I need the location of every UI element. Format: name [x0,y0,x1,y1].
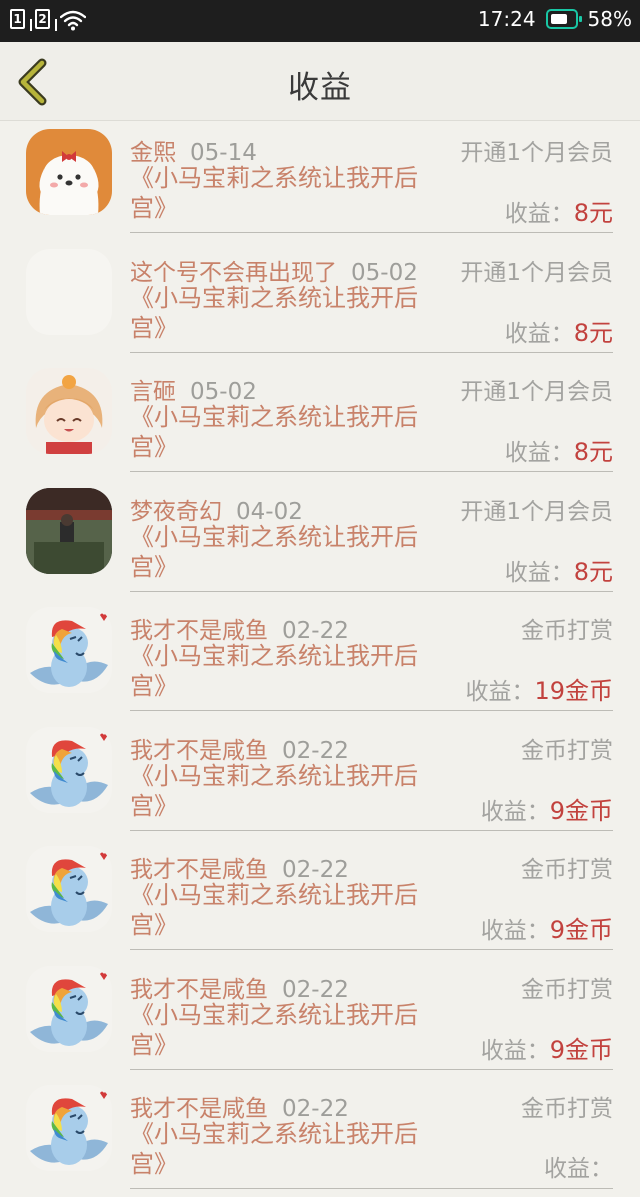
avatar-cartoon-dog [26,129,112,215]
item-header: 我才不是咸鱼 02-22 [130,731,349,765]
list-item[interactable]: 我才不是咸鱼 02-22 金币打赏 《小马宝莉之系统让我开后宫》 收益：9金币 [0,719,640,839]
list-item[interactable]: 梦夜奇幻 04-02 开通1个月会员 《小马宝莉之系统让我开后宫》 收益：8元 [0,480,640,600]
avatar-photo [26,487,112,574]
item-content: 我才不是咸鱼 02-22 金币打赏 《小马宝莉之系统让我开后宫》 收益：19金币 [130,599,613,711]
earning-type: 金币打赏 [521,1096,613,1122]
avatar-pony [26,846,112,932]
earning-label: 收益： [504,201,574,227]
list-item[interactable]: 我才不是咸鱼 02-22 金币打赏 《小马宝莉之系统让我开后宫》 收益：9金币 [0,838,640,958]
earnings-list: 金熙 05-14 开通1个月会员 《小马宝莉之系统让我开后宫》 收益：8元 这个号… [0,121,640,1197]
earning-amount: 8元 [573,199,613,227]
item-header: 言砸 05-02 [130,372,257,406]
earning-type: 开通1个月会员 [460,140,613,166]
avatar-pony [26,1085,112,1171]
earning-amount: 9金币 [549,796,613,825]
clock: 17:24 [477,7,536,31]
avatar-anime-girl [26,368,112,454]
list-item[interactable]: 我才不是咸鱼 02-22 金币打赏 《小马宝莉之系统让我开后宫》 收益： [0,1077,640,1197]
sim2-label: 2 [35,9,50,29]
earning-amount: 19金币 [534,677,613,705]
earning-type: 开通1个月会员 [460,498,613,525]
earning-type: 金币打赏 [521,737,613,764]
item-content: 我才不是咸鱼 02-22 金币打赏 《小马宝莉之系统让我开后宫》 收益：9金币 [130,719,613,831]
earning-label: 收益： [504,440,574,466]
list-item[interactable]: 我才不是咸鱼 02-22 金币打赏 《小马宝莉之系统让我开后宫》 收益：9金币 [0,958,640,1078]
wifi-icon [60,10,86,31]
list-item[interactable]: 金熙 05-14 开通1个月会员 《小马宝莉之系统让我开后宫》 收益：8元 [0,121,640,241]
sim1-label: 1 [10,9,25,29]
item-header: 我才不是咸鱼 02-22 [130,611,349,645]
sim1-icon: 1 [10,9,32,31]
earning-row: 收益：8元 [505,432,613,467]
earning-label: 收益： [480,918,550,944]
book-title: 《小马宝莉之系统让我开后宫》 [130,283,418,342]
item-header: 我才不是咸鱼 02-22 [130,1089,349,1123]
book-title: 《小马宝莉之系统让我开后宫》 [130,881,418,939]
earning-amount: 8元 [573,318,613,347]
item-content: 我才不是咸鱼 02-22 金币打赏 《小马宝莉之系统让我开后宫》 收益： [130,1077,613,1189]
earning-label: 收益： [480,1037,550,1064]
book-title: 《小马宝莉之系统让我开后宫》 [130,1000,418,1059]
earning-row: 收益：9金币 [481,910,613,945]
earning-type: 金币打赏 [521,857,613,883]
item-header: 我才不是咸鱼 02-22 [130,970,349,1004]
earning-type: 开通1个月会员 [460,259,613,286]
book-title: 《小马宝莉之系统让我开后宫》 [130,1120,418,1178]
item-content: 我才不是咸鱼 02-22 金币打赏 《小马宝莉之系统让我开后宫》 收益：9金币 [130,838,613,950]
item-header: 这个号不会再出现了 05-02 [130,253,418,287]
earning-label: 收益： [504,320,574,347]
avatar-pony [26,965,112,1052]
item-header: 梦夜奇幻 04-02 [130,492,303,526]
earning-row: 收益：8元 [505,193,613,228]
page-title: 收益 [288,70,352,106]
item-header: 金熙 05-14 [130,133,257,167]
battery-icon [545,9,582,29]
earning-label: 收益： [480,798,550,825]
item-content: 言砸 05-02 开通1个月会员 《小马宝莉之系统让我开后宫》 收益：8元 [130,360,613,472]
earning-label: 收益： [504,559,574,586]
status-left: 1 2 [10,9,86,31]
earning-row: 收益：9金币 [481,1030,613,1065]
earning-row: 收益：9金币 [481,791,613,826]
book-title: 《小马宝莉之系统让我开后宫》 [130,522,418,581]
earning-row: 收益：19金币 [465,671,613,706]
earning-type: 金币打赏 [521,976,613,1003]
item-content: 这个号不会再出现了 05-02 开通1个月会员 《小马宝莉之系统让我开后宫》 收益… [130,241,613,353]
status-bar: 1 2 17:24 58% [0,0,640,42]
sim2-icon: 2 [35,9,57,31]
earning-amount: 8元 [573,438,613,466]
item-content: 我才不是咸鱼 02-22 金币打赏 《小马宝莉之系统让我开后宫》 收益：9金币 [130,958,613,1070]
book-title: 《小马宝莉之系统让我开后宫》 [130,642,418,700]
list-item[interactable]: 言砸 05-02 开通1个月会员 《小马宝莉之系统让我开后宫》 收益：8元 [0,360,640,480]
book-title: 《小马宝莉之系统让我开后宫》 [130,761,418,820]
item-content: 梦夜奇幻 04-02 开通1个月会员 《小马宝莉之系统让我开后宫》 收益：8元 [130,480,613,592]
list-item[interactable]: 我才不是咸鱼 02-22 金币打赏 《小马宝莉之系统让我开后宫》 收益：19金币 [0,599,640,719]
earning-row: 收益： [544,1149,613,1183]
earning-type: 开通1个月会员 [460,379,613,405]
earning-label: 收益： [465,679,535,705]
earning-row: 收益：8元 [505,552,613,587]
avatar-pony [26,607,112,693]
earning-amount: 9金币 [549,1035,613,1064]
earning-label: 收益： [544,1156,613,1182]
item-header: 我才不是咸鱼 02-22 [130,850,349,884]
list-item[interactable]: 这个号不会再出现了 05-02 开通1个月会员 《小马宝莉之系统让我开后宫》 收益… [0,241,640,361]
app-header: 收益 [0,42,640,121]
avatar-blank [26,248,112,335]
book-title: 《小马宝莉之系统让我开后宫》 [130,164,418,222]
earning-type: 金币打赏 [521,618,613,644]
item-content: 金熙 05-14 开通1个月会员 《小马宝莉之系统让我开后宫》 收益：8元 [130,121,613,233]
status-right: 17:24 58% [478,7,632,31]
battery-percent: 58% [587,7,632,31]
book-title: 《小马宝莉之系统让我开后宫》 [130,403,418,461]
avatar-pony [26,726,112,813]
earning-amount: 8元 [573,557,613,586]
earning-row: 收益：8元 [505,313,613,348]
earning-amount: 9金币 [549,916,613,944]
